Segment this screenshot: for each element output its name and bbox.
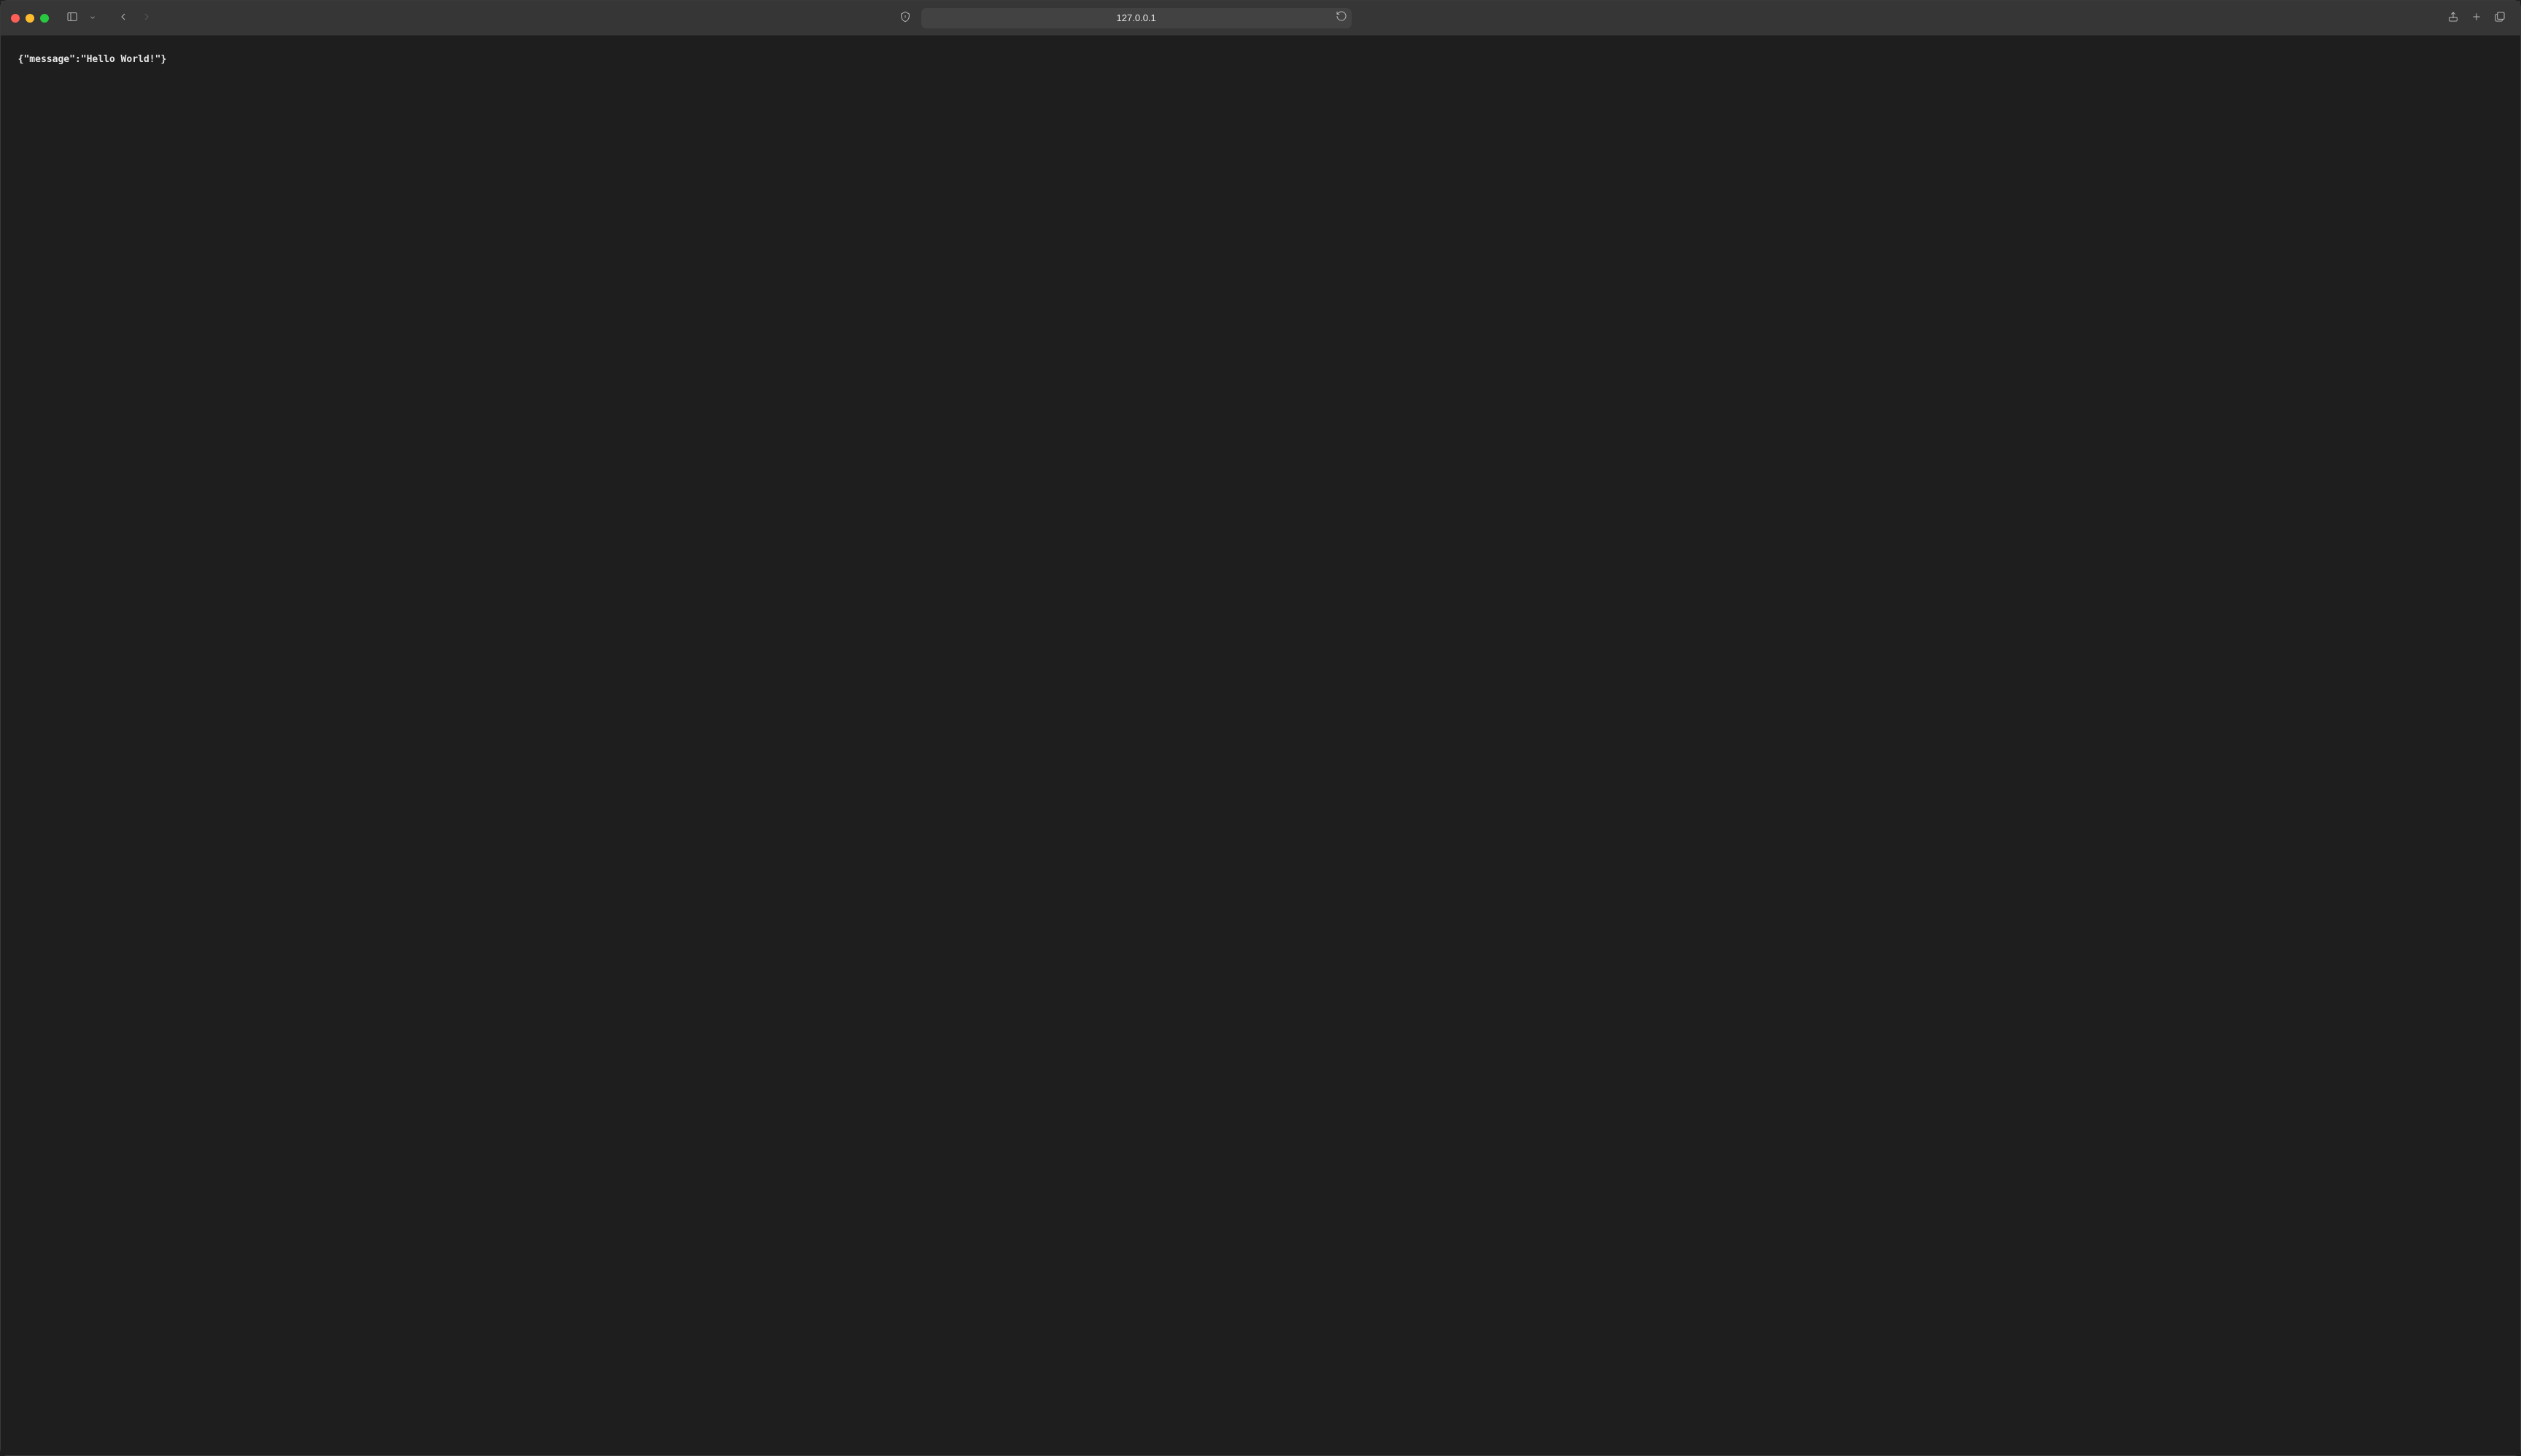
tab-group-menu-button[interactable] [82,8,103,28]
share-button[interactable] [2443,8,2463,28]
response-body: {"message":"Hello World!"} [18,54,167,65]
maximize-window-button[interactable] [40,14,49,23]
window-controls [11,14,49,23]
close-window-button[interactable] [11,14,20,23]
chevron-left-icon [117,11,129,25]
chevron-right-icon [141,11,152,25]
page-content: {"message":"Hello World!"} [1,36,2520,1455]
privacy-report-button[interactable] [895,8,915,28]
tabs-icon [2494,11,2506,25]
shield-icon [899,11,911,25]
reload-icon [1336,12,1347,25]
plus-icon [2471,11,2482,25]
chevron-down-icon [89,12,96,23]
tab-overview-button[interactable] [2490,8,2510,28]
sidebar-toggle-button[interactable] [62,8,82,28]
minimize-window-button[interactable] [26,14,34,23]
back-button[interactable] [113,8,133,28]
address-text: 127.0.0.1 [929,12,1344,23]
address-bar[interactable]: 127.0.0.1 [921,8,1352,28]
reload-button[interactable] [1336,10,1347,26]
forward-button[interactable] [136,8,157,28]
sidebar-icon [66,11,78,25]
new-tab-button[interactable] [2466,8,2487,28]
browser-toolbar: 127.0.0.1 [1,1,2520,36]
share-icon [2447,11,2459,25]
